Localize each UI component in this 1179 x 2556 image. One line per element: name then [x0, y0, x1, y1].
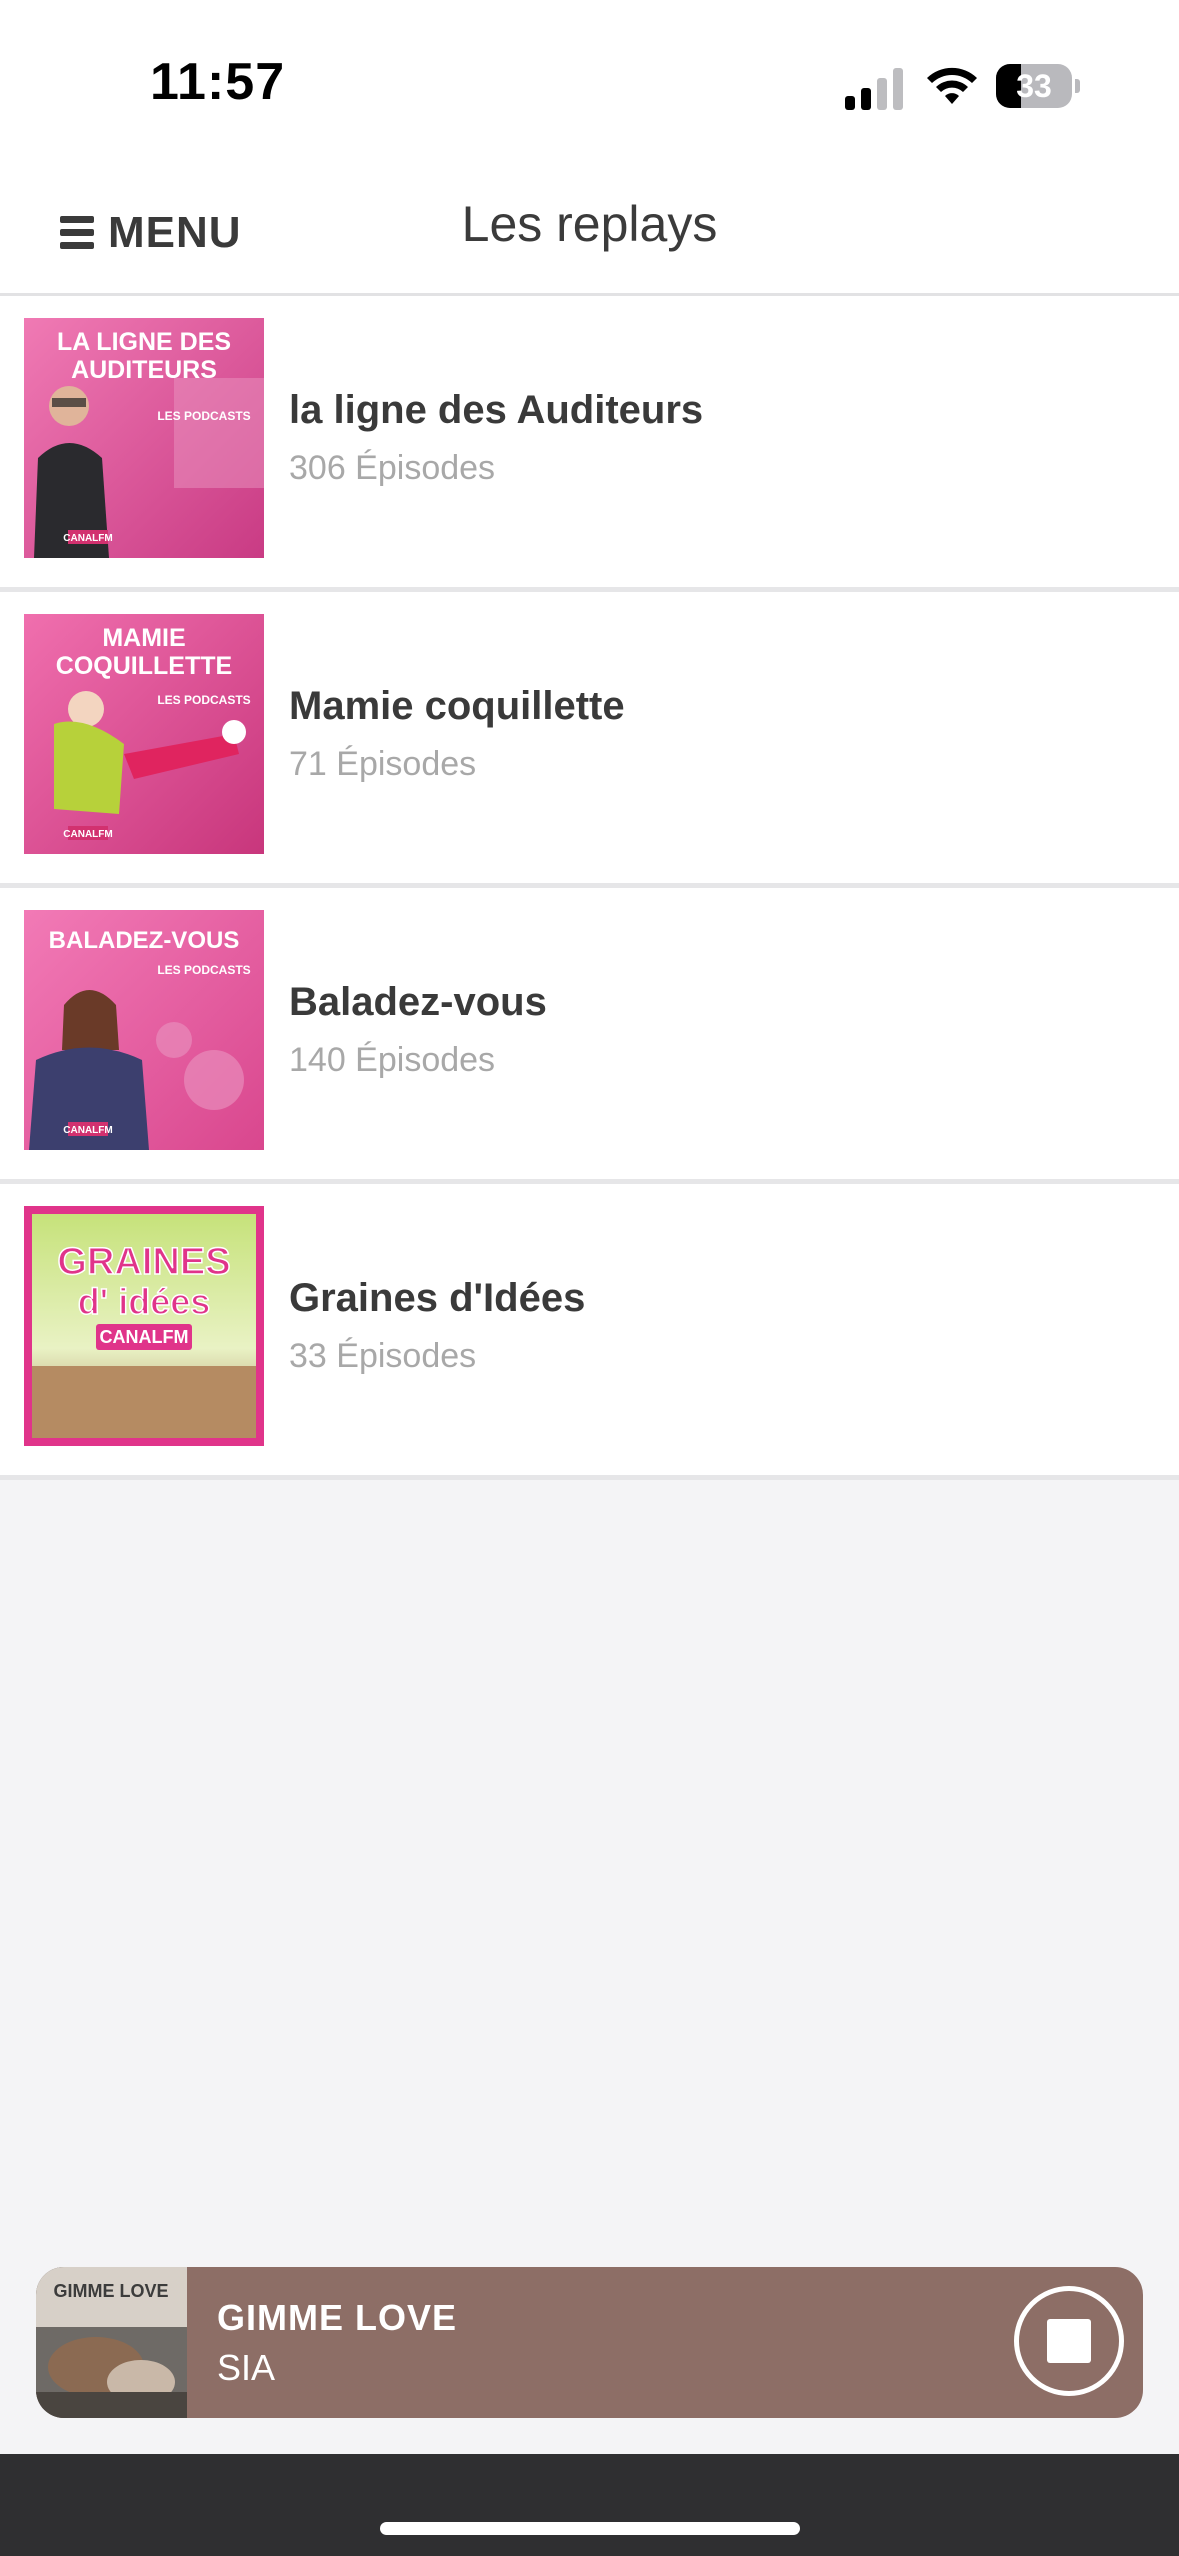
- page-title: Les replays: [461, 196, 718, 252]
- podcast-title: la ligne des Auditeurs: [289, 388, 704, 432]
- cover-title-line-1: LA LIGNE DES: [57, 328, 231, 356]
- episode-count: 71 Épisodes: [289, 745, 477, 783]
- cover-title-line-1: GRAINES: [57, 1241, 230, 1283]
- track-title: GIMME LOVE: [217, 2297, 458, 2338]
- stop-icon: [1047, 2319, 1091, 2363]
- track-artist: SIA: [217, 2347, 276, 2388]
- podcast-cover: LA LIGNE DES AUDITEURS LES PODCASTS CANA…: [24, 318, 264, 558]
- nav-bar: MENU Les replays: [0, 175, 1179, 296]
- cover-title-line-2: AUDITEURS: [71, 356, 217, 384]
- battery-icon: 33: [996, 64, 1080, 108]
- cover-subtitle: LES PODCASTS: [157, 693, 250, 707]
- cover-brand: CANALFM: [63, 533, 112, 544]
- album-art: GIMME LOVE: [36, 2267, 187, 2418]
- episode-count: 140 Épisodes: [289, 1041, 496, 1079]
- podcast-list: LA LIGNE DES AUDITEURS LES PODCASTS CANA…: [0, 296, 1179, 1480]
- stop-button[interactable]: [1014, 2286, 1124, 2396]
- cellular-signal-icon: [845, 66, 905, 110]
- cover-brand: CANALFM: [100, 1327, 189, 1347]
- podcast-item-baladez-vous[interactable]: BALADEZ-VOUS LES PODCASTS CANALFM Balade…: [0, 888, 1179, 1184]
- cover-subtitle: LES PODCASTS: [157, 409, 250, 423]
- episode-count: 33 Épisodes: [289, 1337, 477, 1375]
- cover-title-line-1: MAMIE: [102, 624, 185, 652]
- podcast-cover: MAMIE COQUILLETTE LES PODCASTS CANALFM: [24, 614, 264, 854]
- cover-title-line-1: BALADEZ-VOUS: [49, 927, 240, 954]
- cover-brand: CANALFM: [63, 1125, 112, 1136]
- status-bar: 11:57 33: [0, 0, 1179, 175]
- podcast-cover: GRAINES d' idées CANALFM: [24, 1206, 264, 1446]
- podcast-title: Mamie coquillette: [289, 684, 625, 728]
- podcast-title: Graines d'Idées: [289, 1276, 586, 1320]
- status-time: 11:57: [150, 53, 286, 111]
- wifi-icon: [927, 67, 977, 104]
- podcast-cover: BALADEZ-VOUS LES PODCASTS CANALFM: [24, 910, 264, 1150]
- episode-count: 306 Épisodes: [289, 449, 496, 487]
- battery-level: 33: [1016, 68, 1052, 104]
- podcast-title: Baladez-vous: [289, 980, 547, 1024]
- now-playing-bar[interactable]: GIMME LOVE GIMME LOVE SIA: [36, 2267, 1143, 2418]
- cover-brand: CANALFM: [63, 829, 112, 840]
- podcast-item-graines-d-idees[interactable]: GRAINES d' idées CANALFM Graines d'Idées…: [0, 1184, 1179, 1480]
- home-bar-area: [0, 2454, 1179, 2556]
- cover-title-line-2: d' idées: [78, 1281, 211, 1322]
- home-indicator[interactable]: [380, 2522, 800, 2535]
- cover-title-line-2: COQUILLETTE: [56, 652, 232, 680]
- album-art-text: GIMME LOVE: [53, 2281, 168, 2301]
- podcast-item-la-ligne-des-auditeurs[interactable]: LA LIGNE DES AUDITEURS LES PODCASTS CANA…: [0, 296, 1179, 592]
- cover-subtitle: LES PODCASTS: [157, 963, 250, 977]
- podcast-item-mamie-coquillette[interactable]: MAMIE COQUILLETTE LES PODCASTS CANALFM M…: [0, 592, 1179, 888]
